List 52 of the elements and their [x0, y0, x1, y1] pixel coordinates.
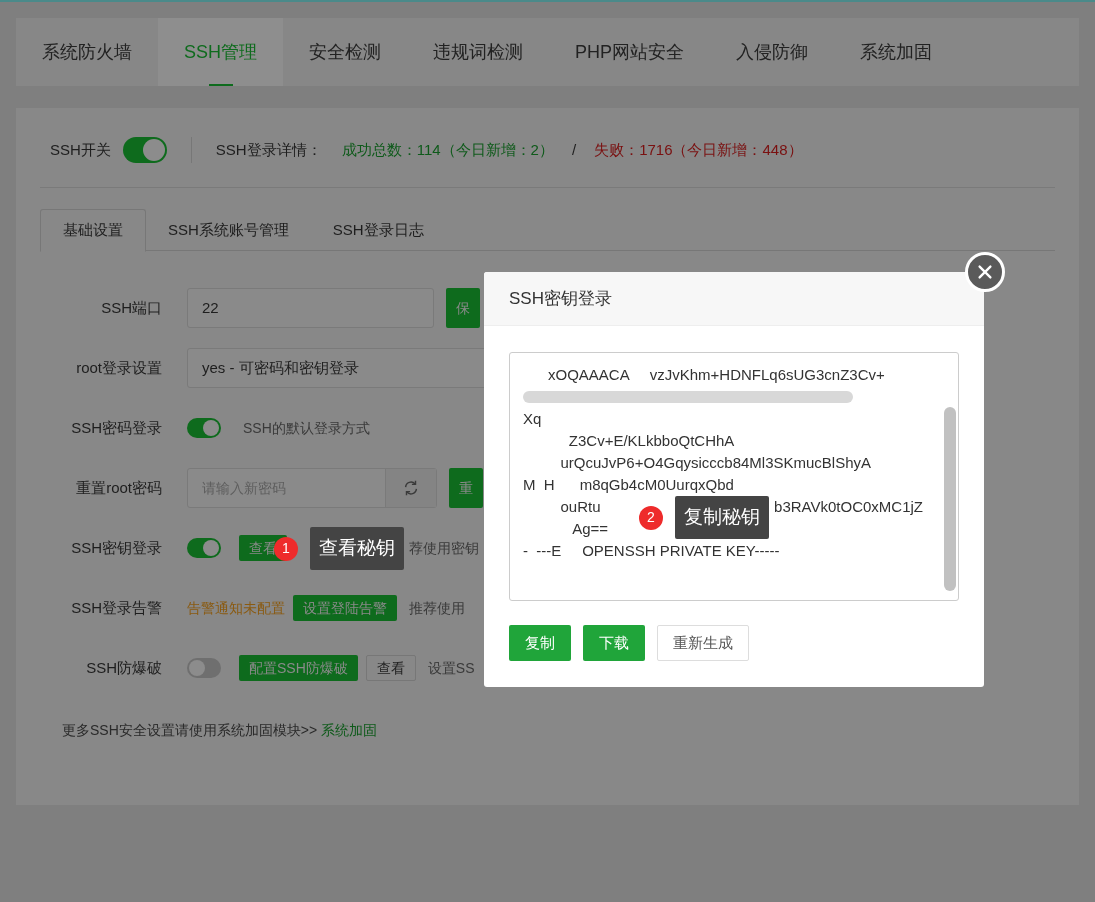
key-line: Xq [523, 409, 543, 429]
key-text: b3RAVk0tOC0xMC1jZ [774, 497, 923, 517]
sub-tab[interactable]: 基础设置 [40, 209, 146, 252]
nav-tab[interactable]: 系统加固 [834, 18, 959, 86]
key-text: ouRtu [559, 497, 601, 517]
setting-label: SSH登录告警 [70, 597, 162, 618]
separator: / [571, 139, 577, 160]
nav-tab[interactable]: 安全检测 [283, 18, 407, 86]
key-line: xOQAAACA vzJvKhm+HDNFLq6sUG3cnZ3Cv+ [547, 365, 886, 385]
toggle-switch[interactable] [187, 538, 221, 558]
dialog-title: SSH密钥登录 [509, 287, 612, 310]
key-line: urQcuJvP6+O4Gqysicccb84Ml3SKmucBlShyA [559, 453, 873, 473]
toggle-switch[interactable] [187, 418, 221, 438]
nav-tab[interactable]: 系统防火墙 [16, 18, 158, 86]
key-line: Ag== [571, 519, 610, 539]
footer-text: 更多SSH安全设置请使用系统加固模块>> 系统加固 [62, 721, 379, 740]
setting-label: 重置root密码 [75, 477, 162, 498]
dialog-button[interactable]: 下载 [583, 625, 645, 661]
refresh-icon[interactable] [402, 479, 420, 497]
setting-label: SSH密钥登录 [70, 537, 162, 558]
setting-label: SSH密码登录 [70, 417, 162, 438]
sub-tab[interactable]: SSH系统账号管理 [146, 209, 311, 251]
warning-text: 告警通知未配置 [187, 598, 285, 618]
port-input[interactable]: 22 [187, 288, 434, 328]
view-button[interactable]: 查看 [365, 655, 416, 681]
success-count: 成功总数：114（今日新增：2） [341, 139, 554, 160]
hardening-link[interactable]: 系统加固 [321, 722, 378, 738]
hint-text: 设置SS [427, 658, 475, 678]
sub-tab[interactable]: SSH登录日志 [310, 209, 446, 251]
setting-label: SSH端口 [100, 297, 162, 318]
details-label: SSH登录详情： [215, 139, 322, 160]
key-line: Z3Cv+E/KLkbboQtCHhA [567, 431, 736, 451]
key-line: M H m8qGb4cM0UurqxQbd [523, 475, 735, 495]
nav-tab[interactable]: 入侵防御 [710, 18, 835, 86]
dialog-button[interactable]: 重新生成 [657, 625, 749, 661]
key-line: - ---E OPENSSH PRIVATE KEY----- [523, 541, 781, 561]
switch-label: SSH开关 [50, 139, 111, 160]
hint-text: SSH的默认登录方式 [243, 418, 370, 438]
toggle-switch[interactable] [122, 137, 167, 163]
failure-count: 失败：1716（今日新增：448） [594, 139, 803, 160]
annotation-tooltip: 复制秘钥 [675, 496, 769, 539]
dialog-button[interactable]: 复制 [509, 625, 571, 661]
nav-tab[interactable]: PHP网站安全 [549, 18, 711, 86]
annotation-tooltip: 查看秘钥 [310, 527, 404, 570]
hint-text: 荐使用密钥 [409, 538, 479, 558]
root-login-select[interactable]: yes - 可密码和密钥登录 [187, 348, 487, 388]
nav-tab[interactable]: 违规词检测 [407, 18, 549, 86]
setting-label: SSH防爆破 [85, 657, 162, 678]
setting-label: root登录设置 [75, 357, 162, 378]
hint-text: 推荐使用 [409, 598, 465, 618]
toggle-switch[interactable] [187, 658, 221, 678]
close-icon[interactable] [976, 263, 994, 281]
